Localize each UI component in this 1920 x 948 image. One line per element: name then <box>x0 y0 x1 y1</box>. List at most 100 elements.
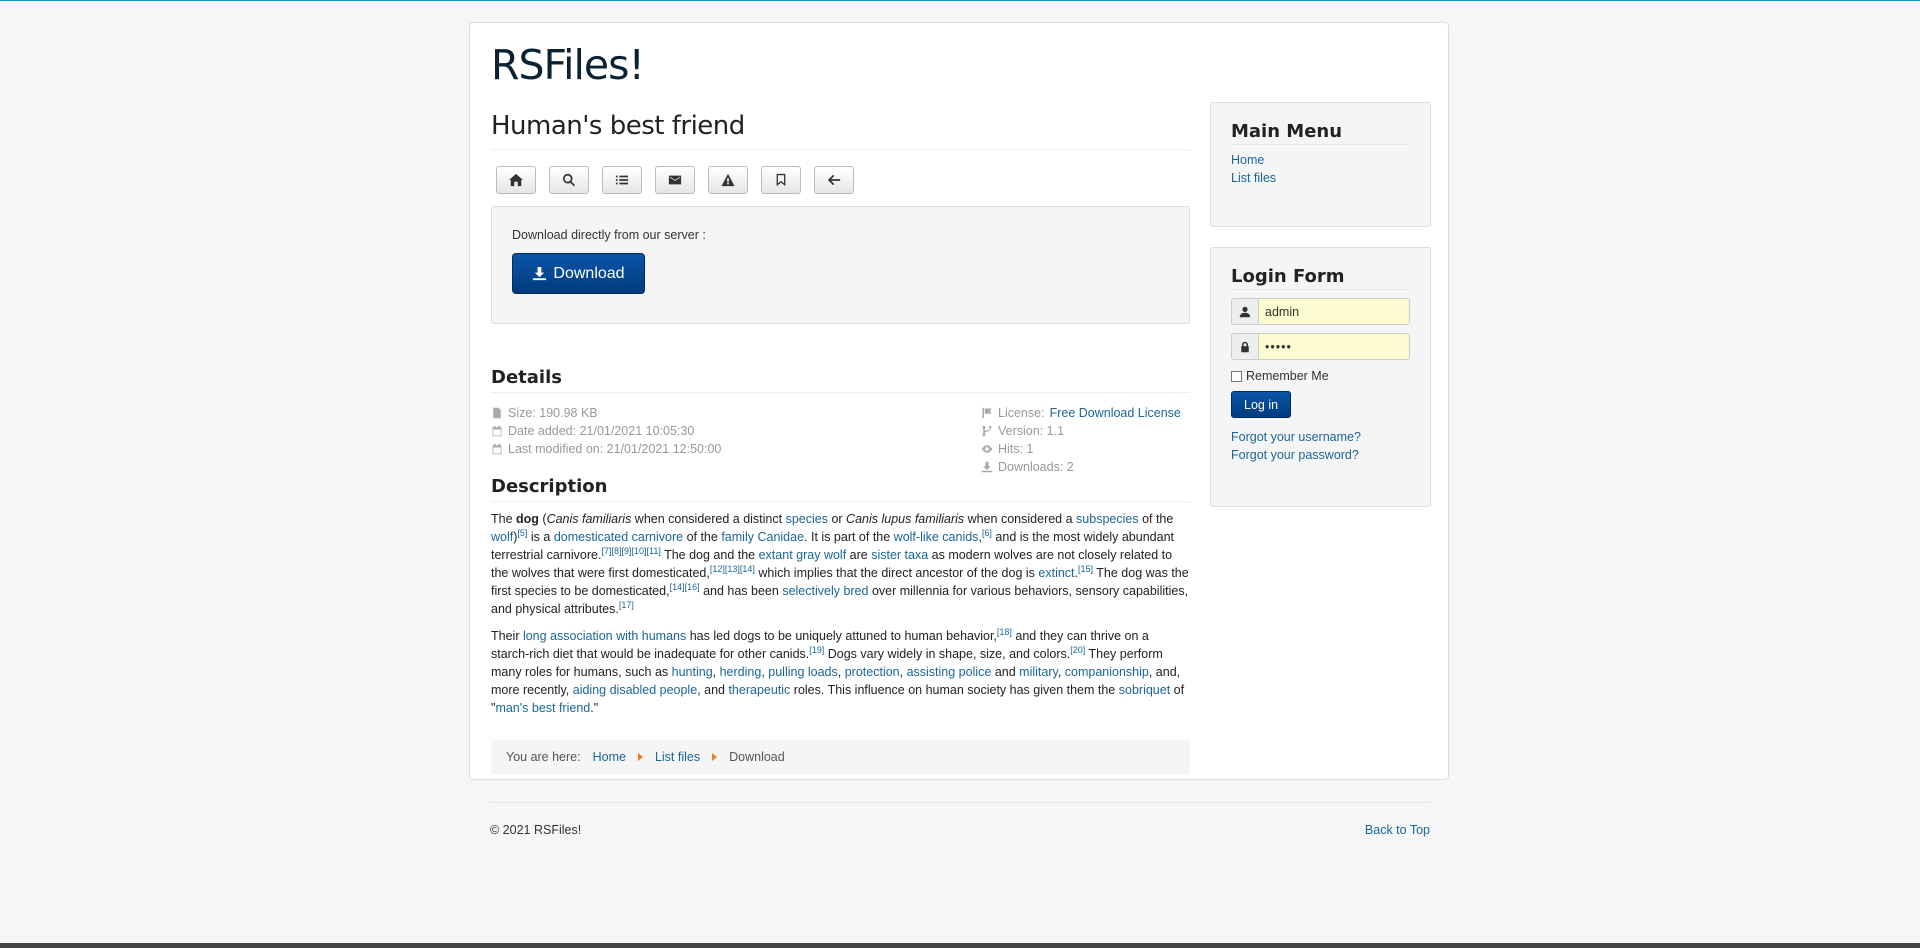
main-menu-module: Main Menu Home List files <box>1210 102 1431 227</box>
wiki-link[interactable]: aiding disabled people <box>573 683 697 697</box>
wiki-link[interactable]: subspecies <box>1076 512 1139 526</box>
list-button[interactable] <box>602 166 642 194</box>
wiki-link[interactable]: species <box>786 512 828 526</box>
wiki-link[interactable]: sobriquet <box>1119 683 1170 697</box>
wiki-link[interactable]: therapeutic <box>728 683 790 697</box>
breadcrumb-separator-icon <box>637 753 643 761</box>
calendar-icon <box>492 425 502 437</box>
bookmark-icon <box>776 173 786 187</box>
eye-icon <box>981 445 993 453</box>
calendar-icon <box>492 443 502 455</box>
citation[interactable]: [15] <box>1078 564 1093 574</box>
wiki-link[interactable]: long association with humans <box>523 629 686 643</box>
footer-copyright: © 2021 RSFiles! <box>490 823 582 837</box>
site-brand[interactable]: RSFiles! <box>491 41 645 89</box>
remember-me-checkbox[interactable] <box>1231 370 1242 382</box>
wiki-link[interactable]: military <box>1019 665 1058 679</box>
citation[interactable]: [18] <box>997 627 1012 637</box>
lock-icon <box>1241 341 1249 352</box>
username-input[interactable]: admin <box>1258 298 1410 325</box>
report-button[interactable] <box>708 166 748 194</box>
citation[interactable]: [7][8][9][10][11] <box>601 546 660 556</box>
citation[interactable]: [20] <box>1070 645 1085 655</box>
wiki-link[interactable]: domesticated <box>554 530 628 544</box>
wiki-link[interactable]: selectively bred <box>782 584 868 598</box>
detail-license: License: Free Download License <box>981 404 1181 422</box>
user-icon-addon <box>1231 298 1258 325</box>
citation[interactable]: [6] <box>982 528 992 538</box>
description-heading: Description <box>491 476 1190 502</box>
download-icon <box>533 266 547 281</box>
breadcrumb-current: Download <box>729 750 785 764</box>
download-panel: Download directly from our server : Down… <box>491 206 1190 324</box>
arrow-left-icon <box>827 174 841 186</box>
citation[interactable]: [17] <box>619 600 634 610</box>
list-icon <box>615 175 629 185</box>
wiki-link[interactable]: herding <box>720 665 762 679</box>
wiki-link[interactable]: man's best friend <box>495 701 590 715</box>
breadcrumb-label: You are here: <box>506 750 581 764</box>
wiki-link[interactable]: companionship <box>1065 665 1149 679</box>
breadcrumb-home[interactable]: Home <box>593 750 626 764</box>
detail-date-added: Date added: 21/01/2021 10:05:30 <box>491 422 721 440</box>
main-menu-title: Main Menu <box>1231 121 1410 145</box>
breadcrumb-list-files[interactable]: List files <box>655 750 700 764</box>
citation[interactable]: [5] <box>517 528 527 538</box>
footer-divider <box>490 802 1430 803</box>
email-button[interactable] <box>655 166 695 194</box>
wiki-link[interactable]: extinct <box>1038 566 1074 580</box>
description-body: The dog (Canis familiaris when considere… <box>491 510 1190 726</box>
wiki-link[interactable]: gray wolf <box>796 548 846 562</box>
password-input[interactable]: ••••• <box>1258 333 1410 360</box>
search-icon <box>563 173 576 187</box>
wiki-link[interactable]: assisting police <box>907 665 992 679</box>
forgot-username-link[interactable]: Forgot your username? <box>1231 428 1410 446</box>
search-button[interactable] <box>549 166 589 194</box>
wiki-link[interactable]: family <box>721 530 754 544</box>
detail-last-modified: Last modified on: 21/01/2021 12:50:00 <box>491 440 721 458</box>
wiki-link[interactable]: hunting <box>672 665 713 679</box>
back-button[interactable] <box>814 166 854 194</box>
breadcrumb: You are here: Home List files Download <box>491 740 1190 774</box>
back-to-top-link[interactable]: Back to Top <box>1365 823 1430 837</box>
login-module: Login Form admin ••••• Remember Me Log i… <box>1210 247 1431 507</box>
user-icon <box>1239 306 1251 317</box>
wiki-link[interactable]: protection <box>845 665 900 679</box>
description-paragraph-1: The dog (Canis familiaris when considere… <box>491 512 1189 616</box>
citation[interactable]: [14][16] <box>670 582 700 592</box>
forgot-password-link[interactable]: Forgot your password? <box>1231 446 1410 464</box>
file-icon <box>493 407 501 419</box>
description-paragraph-2: Their long association with humans has l… <box>491 626 1185 715</box>
breadcrumb-separator-icon <box>712 753 718 761</box>
home-button[interactable] <box>496 166 536 194</box>
wiki-link[interactable]: wolf-like canids <box>894 530 979 544</box>
detail-hits: Hits: 1 <box>981 440 1181 458</box>
bottom-bar <box>0 943 1920 948</box>
wiki-link[interactable]: Canidae <box>757 530 804 544</box>
login-button[interactable]: Log in <box>1231 391 1292 418</box>
citation[interactable]: [12][13][14] <box>710 564 755 574</box>
bookmark-button[interactable] <box>761 166 801 194</box>
license-link[interactable]: Free Download License <box>1050 406 1181 420</box>
login-title: Login Form <box>1231 266 1410 290</box>
wiki-link[interactable]: pulling loads <box>768 665 838 679</box>
envelope-icon <box>668 175 682 185</box>
flag-icon <box>982 407 992 419</box>
details-left: Size: 190.98 KB Date added: 21/01/2021 1… <box>491 404 721 458</box>
home-icon <box>509 173 523 187</box>
citation[interactable]: [19] <box>809 645 824 655</box>
details-heading: Details <box>491 367 1190 393</box>
wiki-link[interactable]: wolf <box>491 530 513 544</box>
menu-item-home[interactable]: Home <box>1231 151 1410 169</box>
password-group: ••••• <box>1231 333 1410 360</box>
file-toolbar <box>496 166 854 194</box>
wiki-link[interactable]: carnivore <box>632 530 683 544</box>
download-button-label: Download <box>553 264 625 282</box>
menu-item-list-files[interactable]: List files <box>1231 169 1410 187</box>
download-text: Download directly from our server : <box>512 228 706 242</box>
wiki-link[interactable]: extant <box>759 548 793 562</box>
wiki-link[interactable]: sister taxa <box>871 548 928 562</box>
branch-icon <box>982 425 992 437</box>
download-button[interactable]: Download <box>512 253 645 294</box>
remember-me-label: Remember Me <box>1246 369 1329 383</box>
